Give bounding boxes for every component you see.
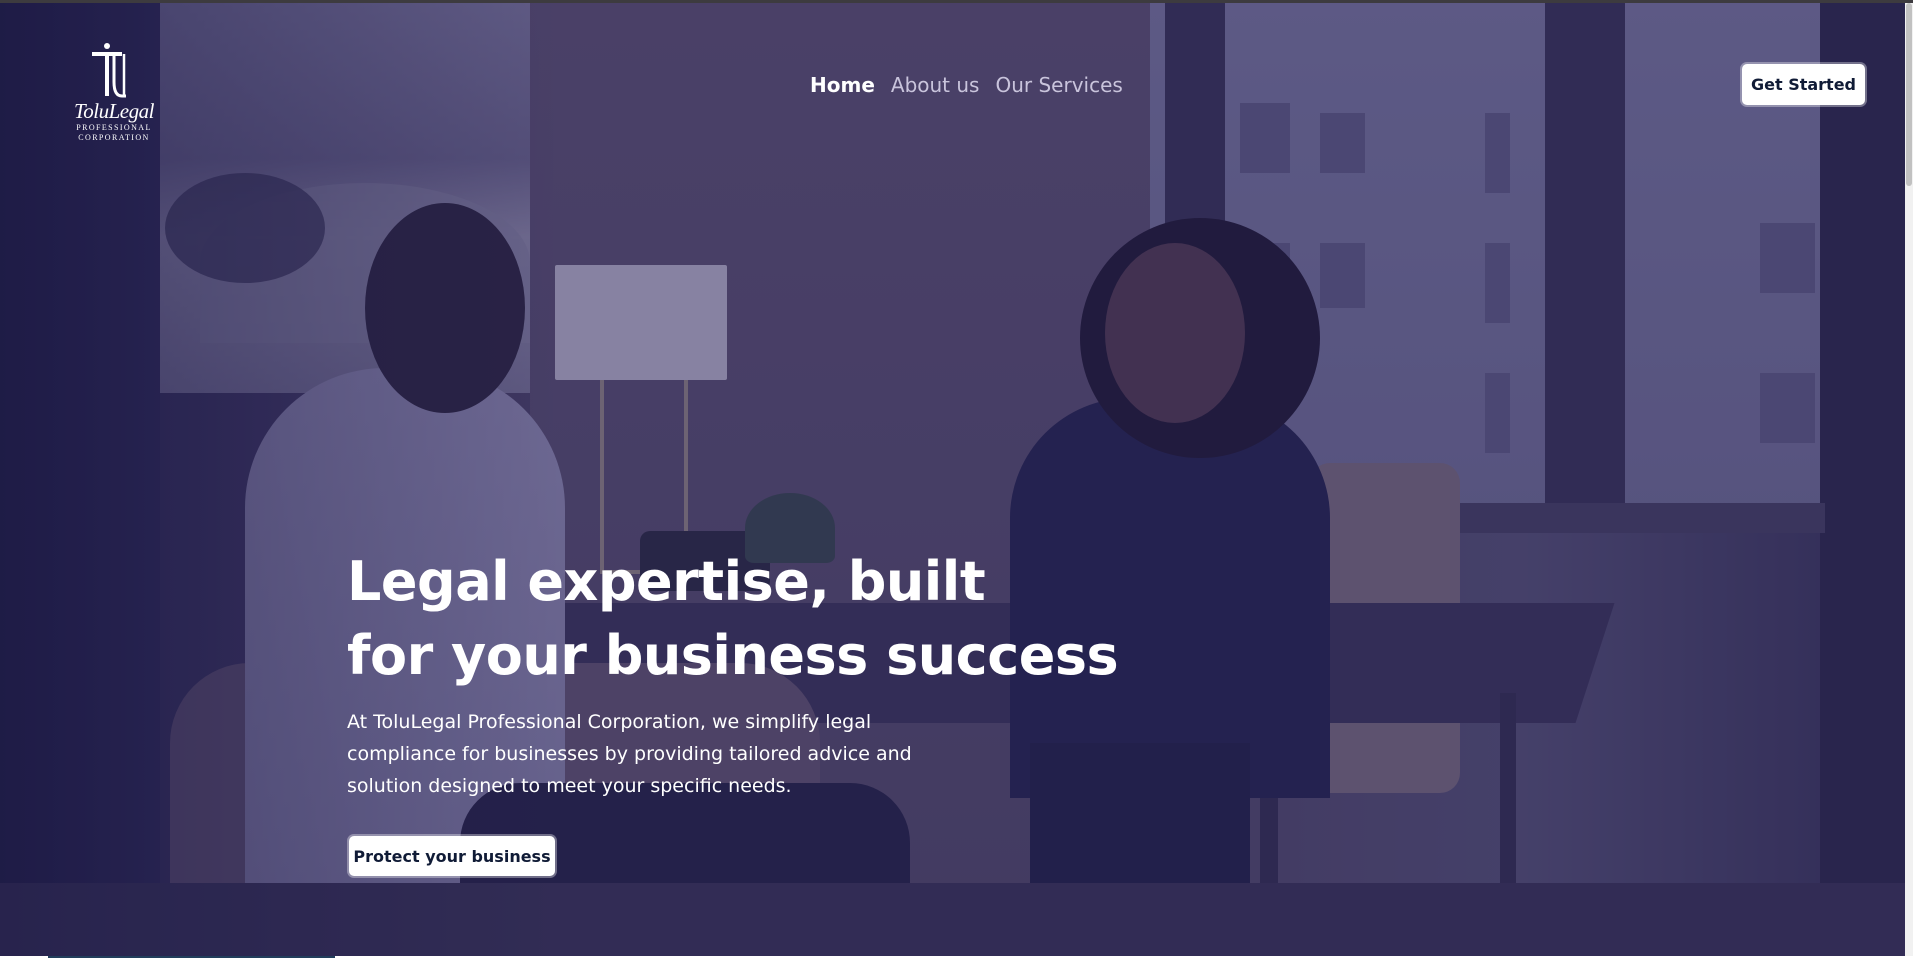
- top-border: [0, 0, 1913, 3]
- get-started-button[interactable]: Get Started: [1742, 64, 1865, 105]
- tolulegal-logo-icon: [92, 43, 126, 98]
- hero-description: At ToluLegal Professional Corporation, w…: [347, 706, 967, 802]
- nav-our-services[interactable]: Our Services: [995, 73, 1122, 97]
- hero-title-line: for your business success: [347, 624, 1119, 687]
- hero-description-line: compliance for businesses by providing t…: [347, 743, 912, 765]
- hero-background-image: [0, 3, 1905, 956]
- scrollbar-thumb[interactable]: [1906, 3, 1912, 186]
- page: ToluLegal PROFESSIONAL CORPORATION Home …: [0, 0, 1913, 958]
- hero-title: Legal expertise, built for your business…: [347, 545, 1147, 693]
- logo-wordmark: ToluLegal: [74, 99, 154, 123]
- hero-overlay: [0, 3, 1905, 956]
- logo-subtitle: PROFESSIONAL: [76, 123, 152, 132]
- hero-title-line: Legal expertise, built: [347, 550, 986, 613]
- protect-your-business-button[interactable]: Protect your business: [349, 836, 555, 876]
- nav-about-us[interactable]: About us: [891, 73, 980, 97]
- hero-description-line: At ToluLegal Professional Corporation, w…: [347, 711, 872, 733]
- hero-description-line: solution designed to meet your specific …: [347, 775, 792, 797]
- logo[interactable]: ToluLegal PROFESSIONAL CORPORATION: [62, 42, 166, 144]
- logo-subtitle: CORPORATION: [78, 133, 150, 142]
- nav-home[interactable]: Home: [810, 73, 875, 97]
- page-scrollbar[interactable]: [1905, 3, 1913, 956]
- main-nav: Home About us Our Services: [810, 70, 1123, 100]
